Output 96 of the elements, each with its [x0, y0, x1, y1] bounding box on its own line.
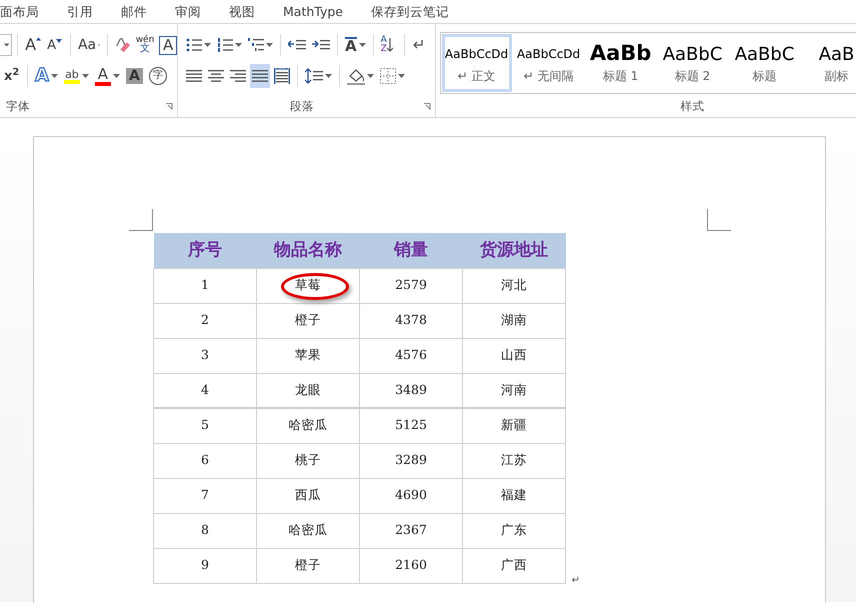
- grow-font-button[interactable]: A: [23, 33, 44, 57]
- caret-icon: [235, 43, 242, 47]
- table-cell: 江苏: [462, 443, 566, 478]
- highlight-button[interactable]: ab: [62, 64, 91, 88]
- caret-icon: [50, 74, 58, 78]
- text-effect-button[interactable]: A: [33, 64, 60, 88]
- down-triangle-icon: [56, 39, 62, 43]
- column-header: 物品名称: [256, 233, 360, 268]
- column-header: 销量: [360, 233, 462, 268]
- phonetic-guide-button[interactable]: wén 文: [134, 33, 155, 57]
- menu-tab[interactable]: 审阅: [175, 0, 215, 23]
- menu-tab[interactable]: 面布局: [0, 0, 53, 23]
- table-cell: 9: [154, 548, 256, 583]
- table-cell: 草莓: [256, 268, 360, 303]
- dialog-launcher-icon: [166, 103, 173, 110]
- group-label: 段落: [290, 98, 314, 115]
- align-center-icon: [208, 70, 224, 82]
- table-cell: 桃子: [256, 443, 360, 478]
- table-cell: 5125: [360, 408, 462, 443]
- caret-icon: [367, 74, 374, 78]
- caret-icon: [266, 43, 273, 47]
- table-cell: 3: [154, 338, 256, 373]
- sort-button[interactable]: A Z: [378, 33, 399, 57]
- character-border-button[interactable]: A: [156, 33, 177, 57]
- eraser-icon: [114, 36, 131, 54]
- up-triangle-icon: [36, 37, 42, 41]
- asian-layout-button[interactable]: A: [343, 33, 368, 57]
- table-cell: 哈密瓜: [256, 408, 360, 443]
- shrink-font-button[interactable]: A: [45, 33, 66, 57]
- table-cell: 橙子: [256, 548, 360, 583]
- borders-icon: [380, 68, 396, 84]
- menu-tab[interactable]: 邮件: [121, 0, 161, 23]
- table-cell: 3289: [360, 443, 462, 478]
- font-color-button[interactable]: A: [92, 64, 122, 88]
- menu-tab[interactable]: 引用: [67, 0, 107, 23]
- table-cell: 1: [154, 268, 256, 303]
- superscript-button[interactable]: x$^{2}$: [2, 64, 22, 88]
- line-spacing-icon: [305, 68, 323, 84]
- table-cell: 哈密瓜: [256, 513, 360, 548]
- table-cell: 2160: [360, 548, 462, 583]
- table-cell: 山西: [462, 338, 566, 373]
- menu-tab[interactable]: 保存到云笔记: [370, 0, 463, 23]
- column-header: 序号: [154, 233, 256, 268]
- caret-icon: [82, 74, 89, 78]
- increase-indent-icon: [312, 39, 330, 51]
- table-cell: 湖南: [462, 303, 566, 338]
- table-cell: 4: [154, 373, 256, 408]
- multilevel-list-icon: [248, 38, 264, 52]
- table-cell: 河北: [462, 268, 566, 303]
- align-left-icon: [186, 70, 202, 82]
- group-label: 字体: [6, 98, 30, 115]
- table-cell: 4576: [360, 338, 462, 373]
- caret-icon: [204, 43, 211, 47]
- decrease-indent-icon: [288, 39, 306, 51]
- table-cell: 5: [154, 408, 256, 443]
- caret-icon: [325, 74, 332, 78]
- paragraph-mark-icon: [412, 39, 424, 51]
- group-label: 样式: [680, 98, 705, 115]
- table-cell: 4378: [360, 303, 462, 338]
- caret-icon: [398, 74, 405, 78]
- down-arrow-icon: [386, 38, 393, 52]
- table-cell: 广西: [462, 548, 566, 583]
- justify-button[interactable]: [250, 64, 270, 88]
- style-option[interactable]: AaBbCcDd ↵ 正文: [440, 33, 513, 93]
- table-cell: 西瓜: [256, 478, 360, 513]
- table-cell: 2367: [360, 513, 462, 548]
- table-cell: 2579: [360, 268, 462, 303]
- font-size-dropdown[interactable]: [0, 34, 12, 56]
- justify-icon: [252, 70, 268, 82]
- column-header: 货源地址: [462, 233, 566, 268]
- table-cell: 福建: [462, 478, 566, 513]
- crop-mark: [129, 209, 153, 231]
- table-cell: 2: [154, 303, 256, 338]
- table-cell: 7: [154, 478, 256, 513]
- table-cell: 苹果: [256, 338, 360, 373]
- dialog-launcher-icon: [424, 103, 431, 110]
- table-cell: 广东: [462, 513, 566, 548]
- table-cell: 橙子: [256, 303, 360, 338]
- caret-icon: [112, 74, 120, 78]
- numbered-list-icon: [217, 38, 233, 52]
- bullet-list-icon: [186, 38, 202, 52]
- caret-icon: [358, 43, 366, 47]
- menu-tab[interactable]: MathType: [283, 0, 357, 23]
- table-cell: 8: [154, 513, 256, 548]
- distributed-icon: [274, 68, 290, 84]
- change-case-button[interactable]: Aa: [76, 33, 102, 57]
- table-cell: 4690: [360, 478, 462, 513]
- table-cell: 6: [154, 443, 256, 478]
- enclose-character-button[interactable]: 字: [146, 64, 169, 88]
- table-cell: 新疆: [462, 408, 566, 443]
- menu-tab[interactable]: 视图: [229, 0, 269, 23]
- align-right-icon: [230, 70, 246, 82]
- crop-mark: [707, 209, 731, 231]
- caret-icon: [4, 43, 10, 47]
- end-mark: ↵: [572, 574, 580, 588]
- paint-bucket-icon: [347, 67, 365, 85]
